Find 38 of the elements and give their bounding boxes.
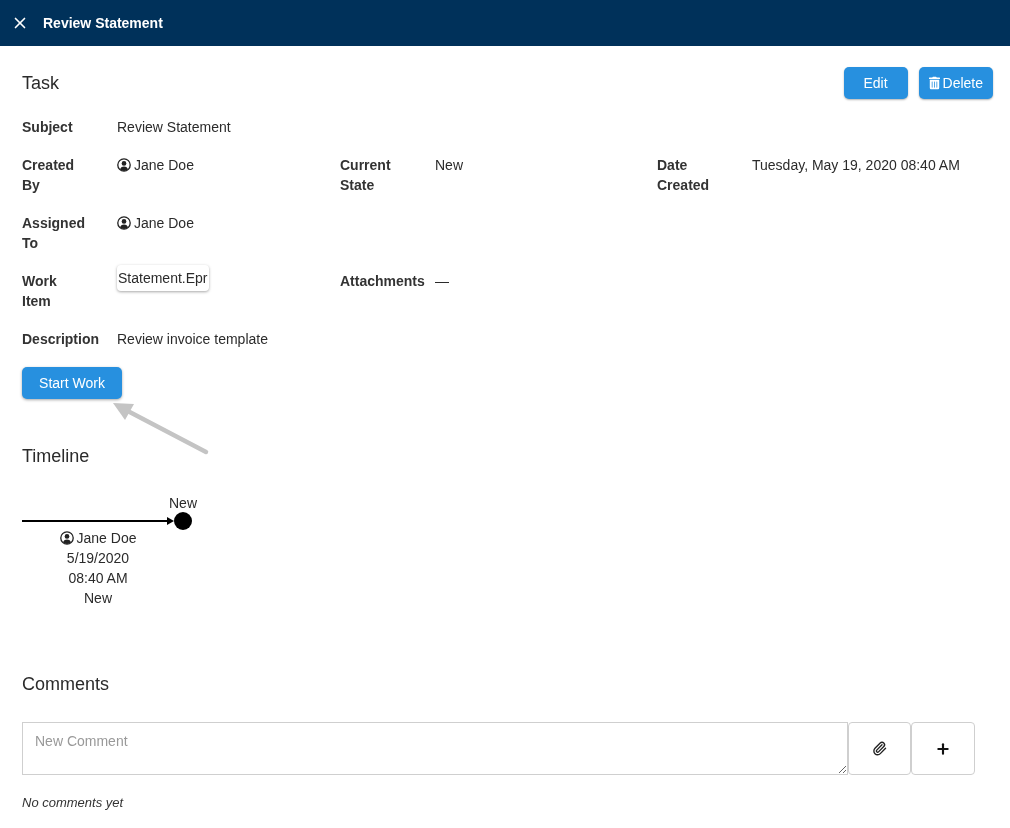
field-label: Date Created <box>657 156 710 195</box>
paperclip-icon <box>872 741 887 756</box>
trash-icon <box>928 76 940 90</box>
event-state: New <box>84 589 112 608</box>
field-label: Work Item <box>22 272 57 311</box>
node-label: New <box>169 494 197 512</box>
field-value: Review invoice template <box>117 330 268 349</box>
user-name: Jane Doe <box>134 214 194 233</box>
window-title: Review Statement <box>43 13 163 33</box>
event-date: 5/19/2020 <box>66 549 130 568</box>
work-item-chip[interactable]: Statement.Epr <box>117 265 209 291</box>
section-heading: Task <box>22 71 59 95</box>
user-name: Jane Doe <box>134 156 194 175</box>
field-label: Current State <box>340 156 391 195</box>
field-label: Assigned To <box>22 214 85 253</box>
delete-button[interactable]: Delete <box>918 67 993 99</box>
start-work-button[interactable]: Start Work <box>22 367 122 399</box>
attach-button[interactable] <box>848 722 911 775</box>
field-value: New <box>435 156 463 175</box>
comment-field[interactable]: New Comment <box>22 722 848 775</box>
edit-button[interactable]: Edit <box>843 67 908 99</box>
timeline-node-icon <box>174 512 192 530</box>
user-icon <box>59 531 74 545</box>
field-value: Tuesday, May 19, 2020 08:40 AM <box>752 156 960 175</box>
user-icon <box>117 216 131 230</box>
event-time: 08:40 AM <box>68 569 128 588</box>
section-heading: Comments <box>22 673 110 696</box>
field-label: Attachments <box>340 272 425 291</box>
user-name: Jane Doe <box>76 529 137 548</box>
field-label: Description <box>22 330 99 349</box>
field-label: Subject <box>22 118 73 137</box>
section-heading: Timeline <box>22 445 90 468</box>
field-value: — <box>435 272 449 291</box>
field-value: Review Statement <box>117 118 231 137</box>
field-label: Created By <box>22 156 75 195</box>
empty-comments-text: No comments yet <box>22 794 124 812</box>
plus-icon <box>935 740 951 757</box>
user-icon <box>117 158 131 172</box>
